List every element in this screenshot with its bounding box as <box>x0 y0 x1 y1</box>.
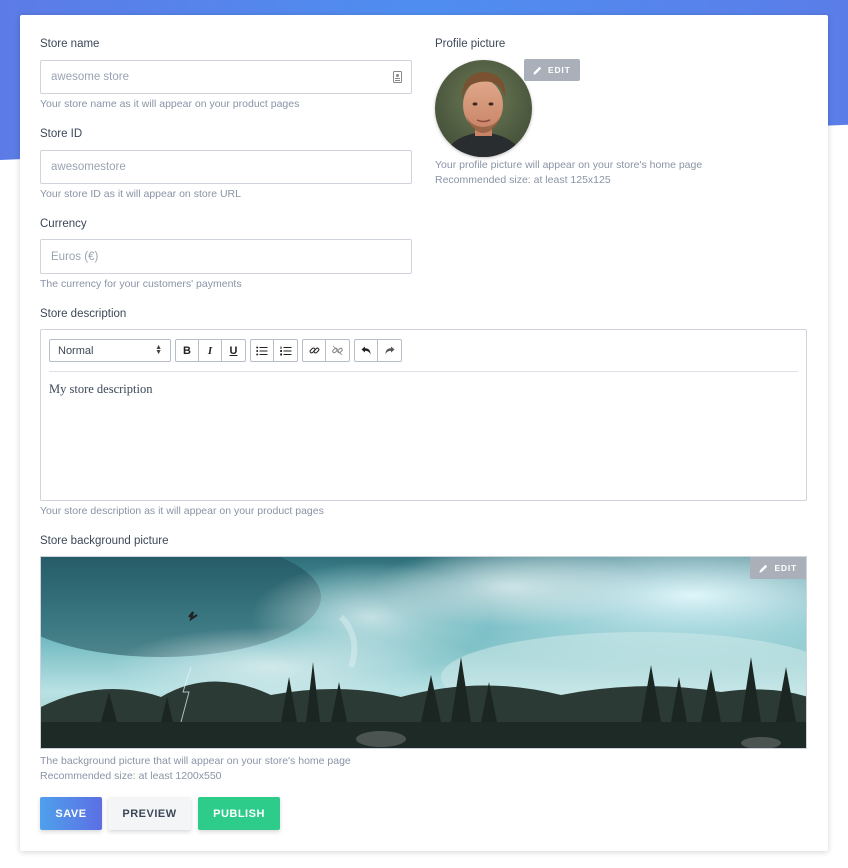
unlink-icon <box>332 345 343 356</box>
ordered-list-icon <box>279 346 291 355</box>
store-description-label: Store description <box>40 308 127 320</box>
redo-icon <box>385 346 394 355</box>
bullet-list-button[interactable] <box>251 340 274 361</box>
background-picture-edit-label: EDIT <box>774 563 797 573</box>
profile-picture-edit-button[interactable]: EDIT <box>524 59 580 81</box>
editor-content[interactable]: My store description <box>49 382 152 397</box>
underline-button[interactable]: U <box>222 340 245 361</box>
bold-button[interactable]: B <box>176 340 199 361</box>
toolbar-divider <box>49 371 798 372</box>
rich-text-editor: Normal ▲ ▼ B I U My store description <box>40 329 807 501</box>
unlink-button[interactable] <box>326 340 349 361</box>
redo-button[interactable] <box>378 340 401 361</box>
ordered-list-button[interactable] <box>274 340 297 361</box>
italic-button[interactable]: I <box>199 340 222 361</box>
list-group <box>250 339 298 362</box>
pencil-icon <box>759 564 768 572</box>
background-picture-edit-button[interactable]: EDIT <box>750 557 806 579</box>
background-picture[interactable]: EDIT <box>40 556 807 749</box>
store-id-placeholder: awesomestore <box>51 161 126 173</box>
store-description-help: Your store description as it will appear… <box>40 505 324 517</box>
profile-picture-help-2: Recommended size: at least 125x125 <box>435 174 611 186</box>
text-format-value: Normal <box>58 344 94 357</box>
select-arrows-icon: ▲ ▼ <box>155 344 162 356</box>
link-group <box>302 339 350 362</box>
publish-button[interactable]: PUBLISH <box>198 797 280 830</box>
text-format-select[interactable]: Normal ▲ ▼ <box>49 339 171 362</box>
store-name-help: Your store name as it will appear on you… <box>40 98 300 110</box>
bullet-list-icon <box>256 346 268 355</box>
underline-icon: U <box>229 344 238 357</box>
store-name-label: Store name <box>40 38 100 50</box>
link-icon <box>309 347 319 354</box>
store-id-input[interactable]: awesomestore <box>40 150 412 184</box>
profile-avatar[interactable] <box>435 60 532 157</box>
link-button[interactable] <box>303 340 326 361</box>
italic-icon: I <box>207 344 213 357</box>
contact-card-icon <box>393 71 402 83</box>
undo-button[interactable] <box>355 340 378 361</box>
profile-picture-help-1: Your profile picture will appear on your… <box>435 159 703 171</box>
store-name-input[interactable]: awesome store <box>40 60 412 94</box>
profile-picture-label: Profile picture <box>435 38 506 50</box>
background-picture-help-2: Recommended size: at least 1200x550 <box>40 770 222 782</box>
store-name-placeholder: awesome store <box>51 71 129 83</box>
save-button[interactable]: SAVE <box>40 797 102 830</box>
preview-button[interactable]: PREVIEW <box>108 797 191 830</box>
history-group <box>354 339 402 362</box>
profile-picture-edit-label: EDIT <box>548 65 571 75</box>
pencil-icon <box>533 66 542 74</box>
undo-icon <box>361 346 371 355</box>
bold-icon: B <box>183 344 191 357</box>
store-id-label: Store ID <box>40 128 83 140</box>
background-picture-label: Store background picture <box>40 535 169 547</box>
text-style-group: B I U <box>175 339 246 362</box>
currency-help: The currency for your customers' payment… <box>40 278 242 290</box>
currency-label: Currency <box>40 218 87 230</box>
currency-input[interactable]: Euros (€) <box>40 239 412 274</box>
store-id-help: Your store ID as it will appear on store… <box>40 188 241 200</box>
profile-photo <box>435 60 532 157</box>
background-landscape-image <box>41 557 806 748</box>
currency-placeholder: Euros (€) <box>51 250 99 263</box>
store-settings-card: Store name awesome store Your store name… <box>20 15 828 851</box>
background-picture-help-1: The background picture that will appear … <box>40 755 351 767</box>
